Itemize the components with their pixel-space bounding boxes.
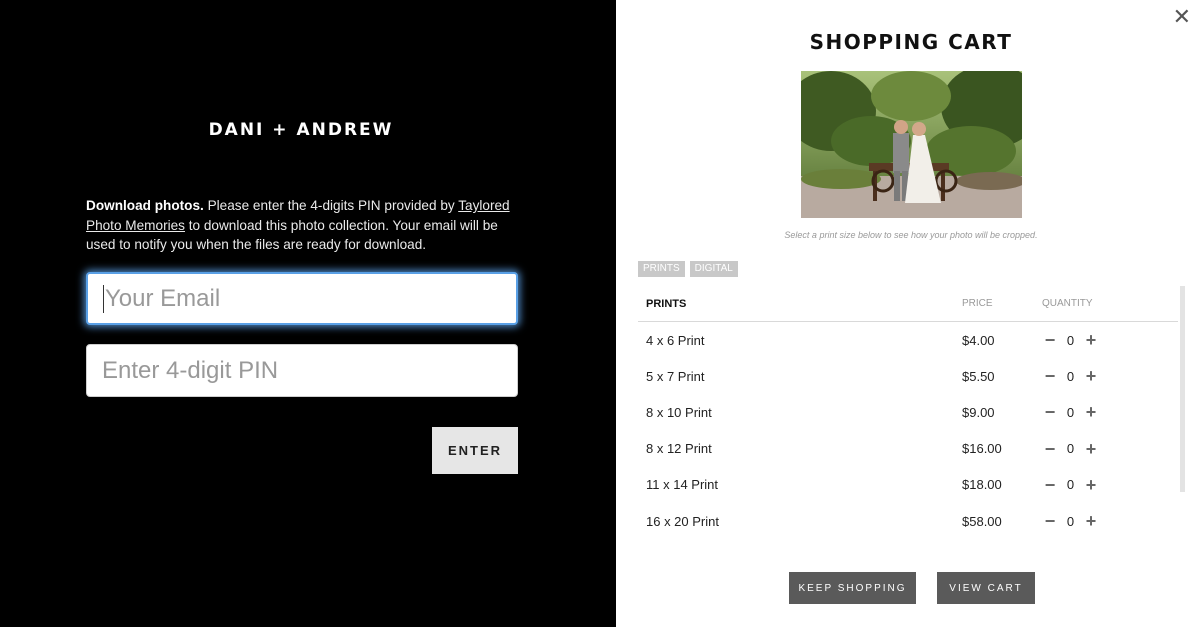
download-panel: DANI + ANDREW Download photos. Please en…: [0, 0, 616, 627]
enter-button[interactable]: ENTER: [432, 427, 518, 474]
prints-table: PRINTS PRICE QUANTITY 4 x 6 Print $4.00 …: [638, 286, 1178, 539]
intro-text-pre: Please enter the 4-digits PIN provided b…: [203, 198, 459, 213]
minus-icon[interactable]: −: [1042, 403, 1058, 421]
product-tabs: PRINTS DIGITAL: [638, 261, 738, 277]
quantity-value: 0: [1066, 441, 1075, 457]
table-header: PRINTS PRICE QUANTITY: [638, 286, 1178, 322]
minus-icon[interactable]: −: [1042, 476, 1058, 494]
plus-icon[interactable]: +: [1083, 403, 1099, 421]
print-price: $18.00: [962, 477, 1002, 493]
print-price: $16.00: [962, 441, 1002, 457]
print-size: 8 x 10 Print: [646, 404, 712, 420]
quantity-stepper: − 0 +: [1042, 331, 1172, 349]
tab-prints[interactable]: PRINTS: [638, 261, 685, 277]
print-price: $9.00: [962, 404, 995, 420]
quantity-value: 0: [1066, 513, 1075, 529]
plus-icon[interactable]: +: [1083, 476, 1099, 494]
table-scrollbar[interactable]: [1180, 286, 1185, 492]
print-price: $58.00: [962, 513, 1002, 529]
minus-icon[interactable]: −: [1042, 367, 1058, 385]
plus-icon[interactable]: +: [1083, 367, 1099, 385]
wedding-photo-thumbnail: [801, 71, 1022, 218]
shopping-cart-panel: ✕ SHOPPING CART Select a print size belo…: [616, 0, 1200, 627]
close-icon[interactable]: ✕: [1173, 6, 1191, 28]
keep-shopping-button[interactable]: KEEP SHOPPING: [789, 572, 916, 604]
column-quantity: QUANTITY: [1042, 298, 1093, 309]
quantity-stepper: − 0 +: [1042, 476, 1172, 494]
pin-placeholder: Enter 4-digit PIN: [102, 356, 279, 384]
quantity-stepper: − 0 +: [1042, 403, 1172, 421]
table-row: 5 x 7 Print $5.50 − 0 +: [638, 358, 1178, 394]
plus-icon[interactable]: +: [1083, 512, 1099, 530]
quantity-stepper: − 0 +: [1042, 440, 1172, 458]
print-size: 4 x 6 Print: [646, 332, 705, 348]
table-row: 16 x 20 Print $58.00 − 0 +: [638, 503, 1178, 539]
table-row: 4 x 6 Print $4.00 − 0 +: [638, 322, 1178, 358]
column-price: PRICE: [962, 298, 993, 309]
photo-image: [801, 71, 1022, 218]
plus-icon[interactable]: +: [1083, 440, 1099, 458]
plus-icon[interactable]: +: [1083, 331, 1099, 349]
tab-digital[interactable]: DIGITAL: [689, 261, 738, 277]
print-size: 16 x 20 Print: [646, 513, 719, 529]
print-price: $4.00: [962, 332, 995, 348]
email-placeholder: Your Email: [105, 284, 221, 312]
print-price: $5.50: [962, 368, 995, 384]
pin-field[interactable]: Enter 4-digit PIN: [86, 344, 518, 397]
gallery-title: DANI + ANDREW: [208, 120, 394, 140]
minus-icon[interactable]: −: [1042, 440, 1058, 458]
quantity-value: 0: [1066, 332, 1075, 348]
table-row: 8 x 12 Print $16.00 − 0 +: [638, 431, 1178, 467]
table-row: 11 x 14 Print $18.00 − 0 +: [638, 467, 1178, 503]
quantity-stepper: − 0 +: [1042, 367, 1172, 385]
crop-hint: Select a print size below to see how you…: [784, 230, 1038, 240]
quantity-value: 0: [1066, 477, 1075, 493]
download-instructions: Download photos. Please enter the 4-digi…: [86, 196, 526, 255]
print-size: 11 x 14 Print: [646, 477, 719, 493]
email-field[interactable]: Your Email: [86, 272, 518, 325]
quantity-value: 0: [1066, 368, 1075, 384]
minus-icon[interactable]: −: [1042, 512, 1058, 530]
print-size: 5 x 7 Print: [646, 368, 705, 384]
quantity-stepper: − 0 +: [1042, 512, 1172, 530]
table-row: 8 x 10 Print $9.00 − 0 +: [638, 394, 1178, 430]
text-caret: [103, 284, 104, 313]
column-prints: PRINTS: [646, 297, 687, 310]
print-size: 8 x 12 Print: [646, 441, 712, 457]
intro-heading: Download photos.: [86, 198, 204, 213]
quantity-value: 0: [1066, 404, 1075, 420]
view-cart-button[interactable]: VIEW CART: [937, 572, 1035, 604]
cart-title: SHOPPING CART: [809, 30, 1013, 54]
minus-icon[interactable]: −: [1042, 331, 1058, 349]
